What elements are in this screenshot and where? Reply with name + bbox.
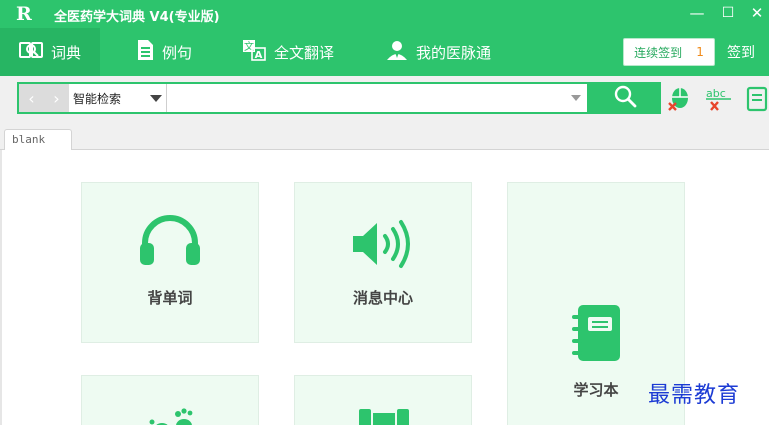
mouse-translate-icon xyxy=(665,88,693,117)
svg-text:abc: abc xyxy=(706,87,726,100)
card-footprints[interactable] xyxy=(81,375,259,425)
watermark-text: 最需教育 xyxy=(648,383,741,408)
search-mode-select[interactable]: 智能检索 xyxy=(71,84,167,112)
search-button[interactable] xyxy=(589,82,661,114)
minimize-button[interactable]: — xyxy=(687,3,707,23)
document-icon xyxy=(136,39,154,65)
svg-text:A: A xyxy=(255,50,263,61)
speaker-icon xyxy=(350,217,416,275)
document-tab-strip: blank xyxy=(0,122,769,151)
checkin-count: 1 xyxy=(696,45,704,59)
card-book[interactable] xyxy=(294,375,472,425)
checkin-button[interactable]: 签到 xyxy=(715,38,767,66)
dictionary-icon xyxy=(19,40,43,64)
tab-my-medlive-label: 我的医脉通 xyxy=(416,43,492,62)
card-vocabulary-label: 背单词 xyxy=(147,289,193,307)
mouse-translate-button[interactable] xyxy=(665,85,693,113)
search-row: ‹ › 智能检索 abc xyxy=(0,76,769,122)
card-vocabulary[interactable]: 背单词 xyxy=(81,182,259,343)
nav-bar: 词典 例句 文 A 全文翻译 我的医脉通 连续签到 1 签到 xyxy=(0,28,769,76)
tab-dictionary[interactable]: 词典 xyxy=(0,28,100,76)
maximize-button[interactable]: ☐ xyxy=(718,3,738,23)
spellcheck-button[interactable]: abc xyxy=(705,85,733,113)
tab-translation[interactable]: 文 A 全文翻译 xyxy=(242,28,352,76)
translate-icon: 文 A xyxy=(242,39,266,65)
checkin-widget: 连续签到 1 签到 xyxy=(623,38,767,66)
search-icon xyxy=(613,84,637,112)
notebook-icon xyxy=(568,303,624,367)
app-title: 全医药学大词典 V4(专业版) xyxy=(54,10,220,25)
search-box: ‹ › 智能检索 xyxy=(17,82,589,114)
card-messages-label: 消息中心 xyxy=(352,289,413,307)
search-input[interactable] xyxy=(169,86,569,110)
tab-my-medlive[interactable]: 我的医脉通 xyxy=(386,28,506,76)
card-messages[interactable]: 消息中心 xyxy=(294,182,472,343)
title-bar: R 全医药学大词典 V4(专业版) — ☐ ✕ xyxy=(0,0,769,28)
app-logo: R xyxy=(16,3,32,25)
forward-button[interactable]: › xyxy=(53,89,59,108)
tab-translation-label: 全文翻译 xyxy=(274,43,335,62)
tab-examples[interactable]: 例句 xyxy=(136,28,216,76)
headphones-icon xyxy=(137,215,203,271)
notes-button[interactable] xyxy=(745,85,769,113)
history-arrows: ‹ › xyxy=(19,84,69,112)
footprints-icon xyxy=(148,406,198,425)
checkin-label: 连续签到 xyxy=(634,45,683,60)
tab-examples-label: 例句 xyxy=(162,43,193,62)
history-dropdown-icon[interactable] xyxy=(571,95,581,101)
close-button[interactable]: ✕ xyxy=(747,3,767,23)
spellcheck-icon: abc xyxy=(705,87,733,117)
tab-dictionary-label: 词典 xyxy=(51,43,82,62)
notes-icon xyxy=(745,86,769,117)
tab-blank[interactable]: blank xyxy=(4,129,72,151)
book-icon xyxy=(357,407,411,425)
user-icon xyxy=(386,39,408,65)
back-button[interactable]: ‹ xyxy=(28,89,34,108)
search-mode-value: 智能检索 xyxy=(73,91,122,106)
chevron-down-icon xyxy=(150,95,162,102)
checkin-streak: 连续签到 1 xyxy=(623,38,715,66)
